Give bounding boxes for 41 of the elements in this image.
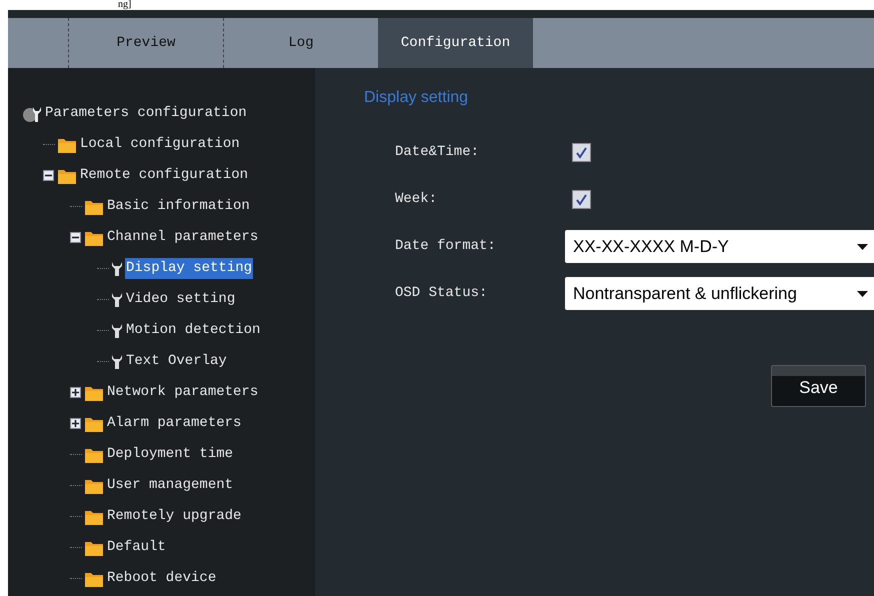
field-label: OSD Status:	[394, 284, 488, 303]
field-label: Date&Time:	[394, 143, 480, 162]
expand-icon[interactable]	[70, 387, 81, 398]
tree-item[interactable]: Alarm parameters	[106, 413, 242, 434]
tree-item[interactable]: Basic information	[106, 196, 251, 217]
tree-item[interactable]: Remote configuration	[79, 165, 250, 186]
tree-item[interactable]: Network parameters	[106, 382, 260, 403]
tree-item[interactable]: Parameters configuration	[44, 103, 248, 124]
tree-item[interactable]: Channel parameters	[106, 227, 260, 248]
tree-item[interactable]: User management	[106, 475, 234, 496]
caret-icon	[857, 244, 868, 250]
panel-title: Display setting	[364, 88, 468, 108]
save-button[interactable]: Save	[771, 365, 866, 407]
check-icon	[575, 193, 588, 206]
tools-icon	[22, 104, 42, 122]
field-label: Date format:	[394, 237, 497, 256]
check-icon	[575, 146, 588, 159]
tree-item[interactable]: Default	[106, 537, 167, 558]
checkbox[interactable]	[572, 190, 591, 209]
dropdown[interactable]: XX-XX-XXXX M-D-Y	[565, 230, 874, 263]
tree-item[interactable]: Remotely upgrade	[106, 506, 242, 527]
wrench-icon	[111, 292, 123, 308]
checkbox[interactable]	[572, 143, 591, 162]
tree-item[interactable]: Display setting	[125, 258, 254, 279]
tree-item[interactable]: Text Overlay	[125, 351, 228, 372]
tree-item[interactable]: Motion detection	[125, 320, 262, 341]
collapse-icon[interactable]	[43, 170, 54, 181]
wrench-icon	[111, 260, 123, 276]
collapse-icon[interactable]	[70, 232, 81, 243]
dropdown[interactable]: Nontransparent & unflickering	[565, 277, 874, 310]
wrench-icon	[111, 322, 123, 338]
tree-item[interactable]: Reboot device	[106, 568, 218, 589]
expand-icon[interactable]	[70, 418, 81, 429]
field-label: Week:	[394, 190, 438, 209]
wrench-icon	[111, 354, 123, 370]
tree-item[interactable]: Local configuration	[79, 134, 241, 155]
tab[interactable]: Configuration	[378, 18, 533, 68]
text-fragment: ng]	[118, 0, 132, 10]
tree-item[interactable]: Video setting	[125, 289, 236, 310]
caret-icon	[857, 290, 868, 296]
tree-item[interactable]: Deployment time	[106, 444, 234, 465]
